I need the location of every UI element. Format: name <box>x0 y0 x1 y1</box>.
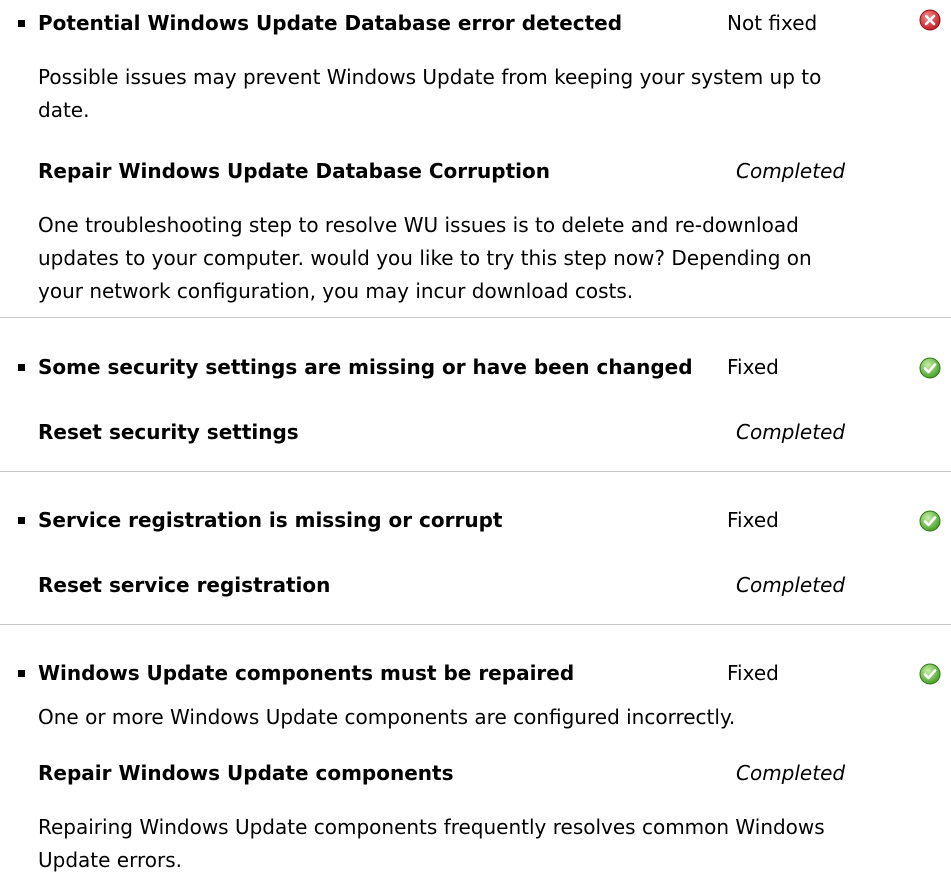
issue-title: Potential Windows Update Database error … <box>38 11 623 35</box>
step-title: Repair Windows Update components <box>38 761 454 785</box>
bullet-icon <box>18 20 25 27</box>
issue-title: Service registration is missing or corru… <box>38 508 503 532</box>
bullet-icon <box>18 517 25 524</box>
divider <box>0 471 951 472</box>
issue-description: One or more Windows Update components ar… <box>38 705 736 729</box>
divider <box>0 624 951 625</box>
bullet-icon <box>18 670 25 677</box>
step-title: Repair Windows Update Database Corruptio… <box>38 159 550 183</box>
issue-status: Fixed <box>727 661 779 685</box>
issue-title: Some security settings are missing or ha… <box>38 355 693 379</box>
check-icon <box>919 357 941 379</box>
step-description: One troubleshooting step to resolve WU i… <box>38 213 812 303</box>
step-title: Reset security settings <box>38 420 299 444</box>
step-status: Completed <box>736 573 846 597</box>
issue-status: Fixed <box>727 355 779 379</box>
divider <box>0 317 951 318</box>
check-icon <box>919 510 941 532</box>
check-icon <box>919 663 941 685</box>
step-title: Reset service registration <box>38 573 331 597</box>
issue-description: Possible issues may prevent Windows Upda… <box>38 65 822 122</box>
issue-status: Not fixed <box>727 11 818 35</box>
error-icon <box>919 9 941 31</box>
step-status: Completed <box>736 159 846 183</box>
step-status: Completed <box>736 761 846 785</box>
issue-status: Fixed <box>727 508 779 532</box>
bullet-icon <box>18 364 25 371</box>
step-description: Repairing Windows Update components freq… <box>38 815 825 872</box>
step-status: Completed <box>736 420 846 444</box>
issue-title: Windows Update components must be repair… <box>38 661 575 685</box>
